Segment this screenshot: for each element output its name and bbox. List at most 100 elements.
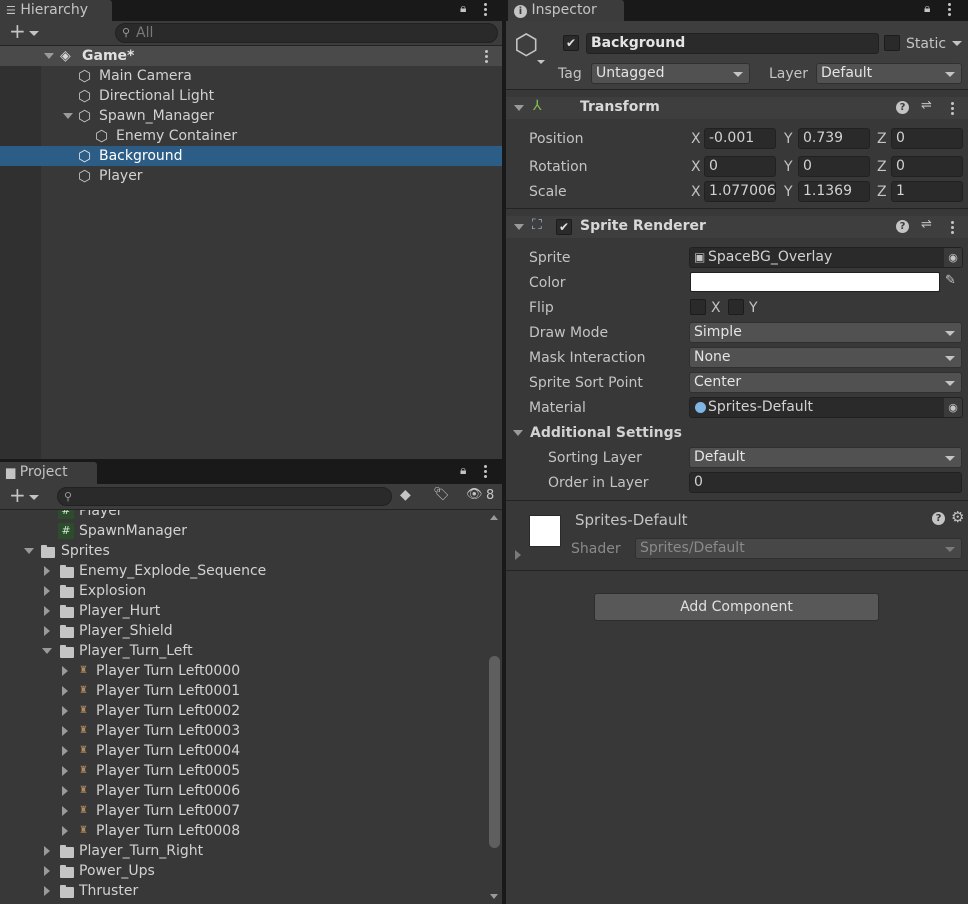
- icon-chevron-down-icon[interactable]: [537, 60, 545, 64]
- gameobject-cube-icon[interactable]: ⬡: [514, 30, 538, 60]
- tab-hierarchy[interactable]: ☰ Hierarchy: [0, 0, 112, 21]
- expand-arrow-icon[interactable]: [44, 886, 50, 896]
- position-z-field[interactable]: 0: [891, 128, 963, 149]
- static-dropdown-icon[interactable]: [952, 41, 962, 46]
- project-folder[interactable]: Player_Turn_Left: [0, 641, 485, 661]
- shader-dropdown[interactable]: Sprites/Default: [635, 538, 962, 559]
- project-item[interactable]: # Player: [0, 510, 485, 521]
- expand-arrow-icon[interactable]: [42, 648, 52, 654]
- project-scrollbar[interactable]: [487, 510, 502, 904]
- sprite-sort-point-dropdown[interactable]: Center: [689, 372, 962, 393]
- sprite-asset-row[interactable]: ♜ Player Turn Left0000: [0, 661, 485, 681]
- color-swatch[interactable]: [690, 272, 940, 292]
- expand-arrow-icon[interactable]: [44, 606, 50, 616]
- draw-mode-dropdown[interactable]: Simple: [689, 322, 962, 343]
- project-folder[interactable]: Enemy_Explode_Sequence: [0, 561, 485, 581]
- project-folder[interactable]: Player_Shield: [0, 621, 485, 641]
- filter-by-type-icon[interactable]: ◆: [400, 487, 411, 503]
- expand-arrow-icon[interactable]: [63, 113, 73, 119]
- hierarchy-item[interactable]: ⬡ Spawn_Manager: [0, 106, 502, 126]
- sprite-asset-row[interactable]: ♜ Player Turn Left0001: [0, 681, 485, 701]
- hidden-packages-icon[interactable]: 👁︎: [466, 487, 483, 502]
- expand-arrow-icon[interactable]: [44, 53, 54, 59]
- mask-interaction-dropdown[interactable]: None: [689, 347, 962, 368]
- sprite-asset-row[interactable]: ♜ Player Turn Left0006: [0, 781, 485, 801]
- project-folder[interactable]: Power_Ups: [0, 861, 485, 881]
- sprite-renderer-header[interactable]: ⛶ ✔ Sprite Renderer ? ⇌: [506, 216, 968, 238]
- tag-dropdown[interactable]: Untagged: [591, 63, 750, 84]
- expand-arrow-icon[interactable]: [62, 806, 68, 816]
- scroll-up-arrow-icon[interactable]: [490, 515, 498, 520]
- hierarchy-search-input[interactable]: ⚲ All: [115, 23, 498, 43]
- hierarchy-item-selected[interactable]: ⬡ Background: [0, 146, 502, 166]
- expand-arrow-icon[interactable]: [62, 686, 68, 696]
- additional-settings-foldout[interactable]: Additional Settings: [530, 424, 682, 442]
- material-expand-arrow-icon[interactable]: [515, 550, 521, 560]
- tab-inspector[interactable]: i Inspector: [508, 0, 624, 21]
- rotation-x-field[interactable]: 0: [704, 156, 776, 177]
- panel-splitter[interactable]: [502, 0, 506, 904]
- component-enabled-checkbox[interactable]: ✔: [556, 219, 572, 235]
- sprite-asset-row[interactable]: ♜ Player Turn Left0005: [0, 761, 485, 781]
- expand-arrow-icon[interactable]: [62, 706, 68, 716]
- eyedropper-icon[interactable]: ✎: [945, 273, 956, 288]
- expand-arrow-icon[interactable]: [62, 786, 68, 796]
- sprite-asset-row[interactable]: ♜ Player Turn Left0007: [0, 801, 485, 821]
- help-icon[interactable]: ?: [896, 101, 909, 114]
- more-options-icon[interactable]: [948, 3, 952, 17]
- project-item[interactable]: # SpawnManager: [0, 521, 485, 541]
- scale-y-field[interactable]: 1.1369: [798, 181, 870, 202]
- expand-arrow-icon[interactable]: [62, 726, 68, 736]
- expand-arrow-icon[interactable]: [44, 626, 50, 636]
- object-picker-icon[interactable]: ◉: [944, 248, 962, 267]
- transform-header[interactable]: ⅄ Transform ? ⇌: [506, 97, 968, 119]
- expand-arrow-icon[interactable]: [44, 586, 50, 596]
- more-options-icon[interactable]: [484, 465, 488, 479]
- position-x-field[interactable]: -0.001: [704, 128, 776, 149]
- filter-by-label-icon[interactable]: 🏷︎: [433, 487, 450, 502]
- hierarchy-item[interactable]: ⬡ Main Camera: [0, 66, 502, 86]
- scroll-down-arrow-icon[interactable]: [490, 894, 498, 899]
- expand-arrow-icon[interactable]: [62, 826, 68, 836]
- tab-project[interactable]: ▆ Project: [0, 462, 97, 484]
- project-folder[interactable]: Thruster: [0, 881, 485, 901]
- flip-x-checkbox[interactable]: [690, 299, 706, 315]
- expand-arrow-icon[interactable]: [62, 746, 68, 756]
- hierarchy-item[interactable]: ⬡ Player: [0, 166, 502, 186]
- scale-z-field[interactable]: 1: [891, 181, 963, 202]
- active-checkbox[interactable]: ✔: [563, 35, 579, 51]
- sprite-asset-row[interactable]: ♜ Player Turn Left0008: [0, 821, 485, 841]
- hierarchy-item[interactable]: ⬡ Directional Light: [0, 86, 502, 106]
- object-name-field[interactable]: Background: [586, 33, 879, 54]
- collapse-arrow-icon[interactable]: [514, 224, 524, 230]
- scene-menu-icon[interactable]: [485, 50, 489, 64]
- lock-icon[interactable]: 🔒︎: [460, 1, 466, 16]
- sprite-asset-row[interactable]: ♜ Player Turn Left0003: [0, 721, 485, 741]
- lock-icon[interactable]: 🔒︎: [460, 463, 466, 478]
- component-menu-icon[interactable]: [951, 102, 955, 116]
- project-folder[interactable]: Player_Turn_Right: [0, 841, 485, 861]
- sprite-asset-row[interactable]: ♜ Player Turn Left0002: [0, 701, 485, 721]
- project-search-input[interactable]: ⚲: [57, 487, 392, 506]
- settings-gear-icon[interactable]: ⚙: [951, 508, 964, 526]
- expand-arrow-icon[interactable]: [44, 566, 50, 576]
- project-folder[interactable]: Player_Hurt: [0, 601, 485, 621]
- more-options-icon[interactable]: [484, 3, 488, 17]
- expand-arrow-icon[interactable]: [44, 846, 50, 856]
- rotation-y-field[interactable]: 0: [798, 156, 870, 177]
- create-button[interactable]: +: [7, 483, 41, 507]
- component-menu-icon[interactable]: [951, 221, 955, 235]
- help-icon[interactable]: ?: [932, 512, 945, 525]
- position-y-field[interactable]: 0.739: [798, 128, 870, 149]
- project-folder[interactable]: Sprites: [0, 541, 485, 561]
- add-button[interactable]: +: [7, 19, 41, 43]
- material-object-field[interactable]: Sprites-Default ◉: [689, 397, 963, 418]
- scrollbar-thumb[interactable]: [489, 656, 500, 848]
- expand-arrow-icon[interactable]: [44, 866, 50, 876]
- sprite-asset-row[interactable]: ♜ Player Turn Left0004: [0, 741, 485, 761]
- scene-row[interactable]: ◈ Game*: [0, 46, 502, 66]
- rotation-z-field[interactable]: 0: [891, 156, 963, 177]
- order-in-layer-field[interactable]: 0: [689, 472, 962, 493]
- layer-dropdown[interactable]: Default: [816, 63, 962, 84]
- hierarchy-project-splitter[interactable]: [0, 459, 502, 462]
